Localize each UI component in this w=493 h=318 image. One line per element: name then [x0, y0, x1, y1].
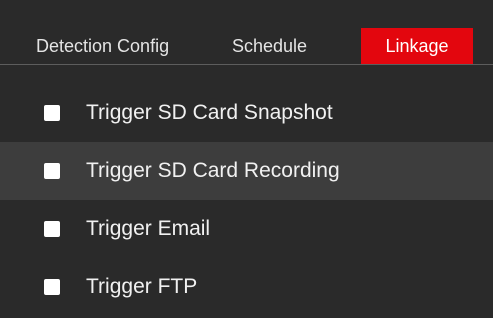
option-label: Trigger SD Card Snapshot: [86, 101, 333, 124]
linkage-options-list: Trigger SD Card Snapshot Trigger SD Card…: [0, 84, 493, 316]
tab-divider: [0, 64, 493, 65]
tab-bar: Detection Config Schedule Linkage: [0, 0, 493, 65]
option-trigger-ftp[interactable]: Trigger FTP: [0, 258, 493, 316]
option-trigger-email[interactable]: Trigger Email: [0, 200, 493, 258]
option-label: Trigger FTP: [86, 275, 198, 298]
checkbox-trigger-ftp[interactable]: [44, 279, 60, 295]
checkbox-trigger-email[interactable]: [44, 221, 60, 237]
checkbox-trigger-sd-card-recording[interactable]: [44, 163, 60, 179]
option-trigger-sd-card-snapshot[interactable]: Trigger SD Card Snapshot: [0, 84, 493, 142]
checkbox-trigger-sd-card-snapshot[interactable]: [44, 105, 60, 121]
tab-schedule[interactable]: Schedule: [232, 28, 307, 64]
tab-detection-config[interactable]: Detection Config: [36, 28, 169, 64]
option-label: Trigger Email: [86, 217, 211, 240]
tab-linkage[interactable]: Linkage: [361, 28, 473, 64]
option-trigger-sd-card-recording[interactable]: Trigger SD Card Recording: [0, 142, 493, 200]
option-label: Trigger SD Card Recording: [86, 159, 340, 182]
